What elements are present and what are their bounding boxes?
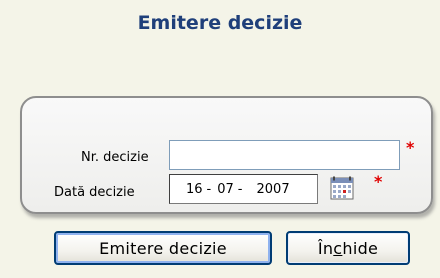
dialog-title: Emitere decizie xyxy=(137,12,303,34)
calendar-icon[interactable] xyxy=(330,176,354,200)
emitere-decizie-button-label: Emitere decizie xyxy=(99,238,227,258)
date-separator-1: - xyxy=(206,181,212,197)
date-day[interactable]: 16 xyxy=(186,182,203,197)
nr-decizie-label: Nr. decizie xyxy=(81,150,149,165)
nr-decizie-input[interactable] xyxy=(169,140,400,170)
data-decizie-required-marker: * xyxy=(374,172,383,191)
inchide-button-label: Închide xyxy=(317,238,379,258)
emitere-decizie-button[interactable]: Emitere decizie xyxy=(54,231,272,265)
data-decizie-input[interactable]: 16 - 07 - 2007 xyxy=(169,174,318,204)
date-separator-2: - xyxy=(237,181,243,197)
date-month[interactable]: 07 xyxy=(217,182,234,197)
inchide-button[interactable]: Închide xyxy=(286,231,410,265)
nr-decizie-required-marker: * xyxy=(406,138,415,157)
date-year[interactable]: 2007 xyxy=(257,182,290,197)
data-decizie-label: Dată decizie xyxy=(54,185,135,200)
